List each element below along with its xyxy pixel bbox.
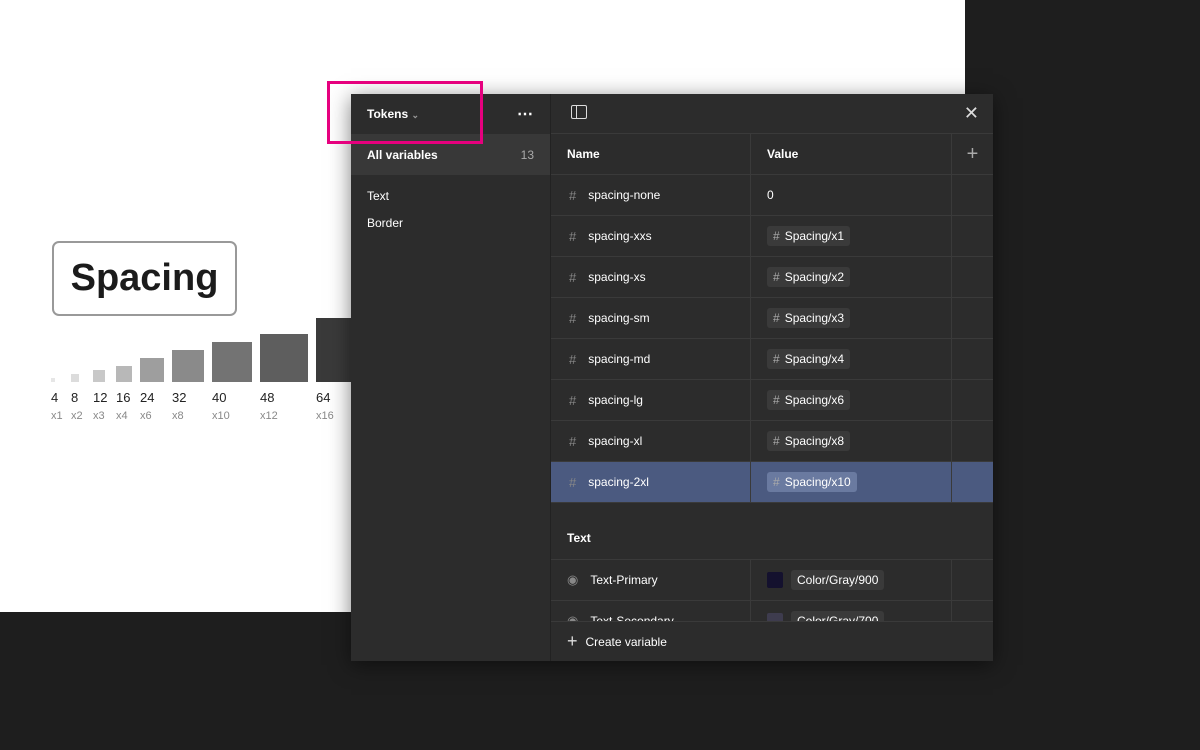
- color-swatch: [767, 572, 783, 588]
- spacing-multiplier: x16: [316, 410, 334, 422]
- palette-icon: ◉: [567, 572, 579, 587]
- alias-chip[interactable]: # Spacing/x10: [767, 472, 857, 492]
- number-icon: #: [569, 433, 577, 449]
- spacing-value: 24: [140, 390, 155, 405]
- table-row[interactable]: # spacing-xxs # Spacing/x1: [551, 216, 993, 257]
- table-row[interactable]: # spacing-2xl # Spacing/x10: [551, 462, 993, 503]
- sidebar-item-border[interactable]: Border: [351, 216, 550, 242]
- table-row[interactable]: # spacing-xl # Spacing/x8: [551, 421, 993, 462]
- number-icon: #: [569, 269, 577, 285]
- collections-sidebar: Tokens ⌄ ⋯ All variables 13 Text Border: [351, 94, 551, 661]
- table-row[interactable]: # spacing-xs # Spacing/x2: [551, 257, 993, 298]
- spacing-multiplier: x8: [172, 410, 184, 422]
- create-variable-button[interactable]: + Create variable: [551, 621, 993, 661]
- close-icon[interactable]: ✕: [964, 103, 979, 124]
- table-header: Name Value +: [551, 134, 993, 175]
- alias-chip[interactable]: # Spacing/x4: [767, 349, 851, 369]
- spacing-value: 64: [316, 390, 331, 405]
- spacing-value: 16: [116, 390, 131, 405]
- number-icon: #: [569, 187, 577, 203]
- variables-table: ✕ Name Value + # spacing-none 0 # spacing-…: [551, 94, 993, 661]
- spacing-multiplier: x2: [71, 410, 83, 422]
- spacing-multiplier: x10: [212, 410, 230, 422]
- alias-chip[interactable]: # Spacing/x2: [767, 267, 851, 287]
- spacing-value: 8: [71, 390, 79, 405]
- spacing-swatch: [93, 370, 105, 382]
- spacing-multiplier: x3: [93, 410, 105, 422]
- spacing-swatch: [260, 334, 308, 382]
- value-field[interactable]: 0: [767, 188, 774, 202]
- spacing-value: 48: [260, 390, 275, 405]
- number-icon: #: [569, 310, 577, 326]
- table-row[interactable]: # spacing-md # Spacing/x4: [551, 339, 993, 380]
- spacing-multiplier: x4: [116, 410, 128, 422]
- spacing-title: Spacing: [52, 241, 237, 316]
- number-icon: #: [569, 392, 577, 408]
- more-options-icon[interactable]: ⋯: [517, 104, 534, 124]
- spacing-swatch: [212, 342, 252, 382]
- table-row[interactable]: # spacing-lg # Spacing/x6: [551, 380, 993, 421]
- spacing-swatch: [140, 358, 164, 382]
- section-header-text: Text: [551, 503, 993, 560]
- table-row[interactable]: # spacing-sm # Spacing/x3: [551, 298, 993, 339]
- alias-chip[interactable]: # Spacing/x1: [767, 226, 851, 246]
- spacing-swatch: [51, 378, 55, 382]
- table-row[interactable]: ◉ Text-Primary Color/Gray/900: [551, 560, 993, 601]
- number-icon: #: [569, 228, 577, 244]
- spacing-value: 32: [172, 390, 187, 405]
- spacing-multiplier: x6: [140, 410, 152, 422]
- number-icon: #: [569, 351, 577, 367]
- alias-chip[interactable]: # Spacing/x8: [767, 431, 851, 451]
- spacing-swatch: [71, 374, 79, 382]
- plus-icon: +: [567, 631, 578, 651]
- spacing-value: 40: [212, 390, 227, 405]
- number-icon: #: [569, 474, 577, 490]
- sidebar-toggle-icon[interactable]: [571, 105, 587, 122]
- spacing-multiplier: x1: [51, 410, 63, 422]
- sidebar-item-text[interactable]: Text: [351, 175, 550, 216]
- spacing-multiplier: x12: [260, 410, 278, 422]
- variables-panel: Tokens ⌄ ⋯ All variables 13 Text Border ✕…: [351, 94, 993, 661]
- table-row[interactable]: # spacing-none 0: [551, 175, 993, 216]
- spacing-value: 4: [51, 390, 59, 405]
- spacing-value: 12: [93, 390, 108, 405]
- spacing-swatch: [172, 350, 204, 382]
- alias-chip[interactable]: Color/Gray/900: [791, 570, 885, 590]
- add-column-icon[interactable]: +: [952, 134, 993, 174]
- alias-chip[interactable]: # Spacing/x6: [767, 390, 851, 410]
- alias-chip[interactable]: # Spacing/x3: [767, 308, 851, 328]
- spacing-swatch: [116, 366, 132, 382]
- highlight-box: [327, 81, 483, 144]
